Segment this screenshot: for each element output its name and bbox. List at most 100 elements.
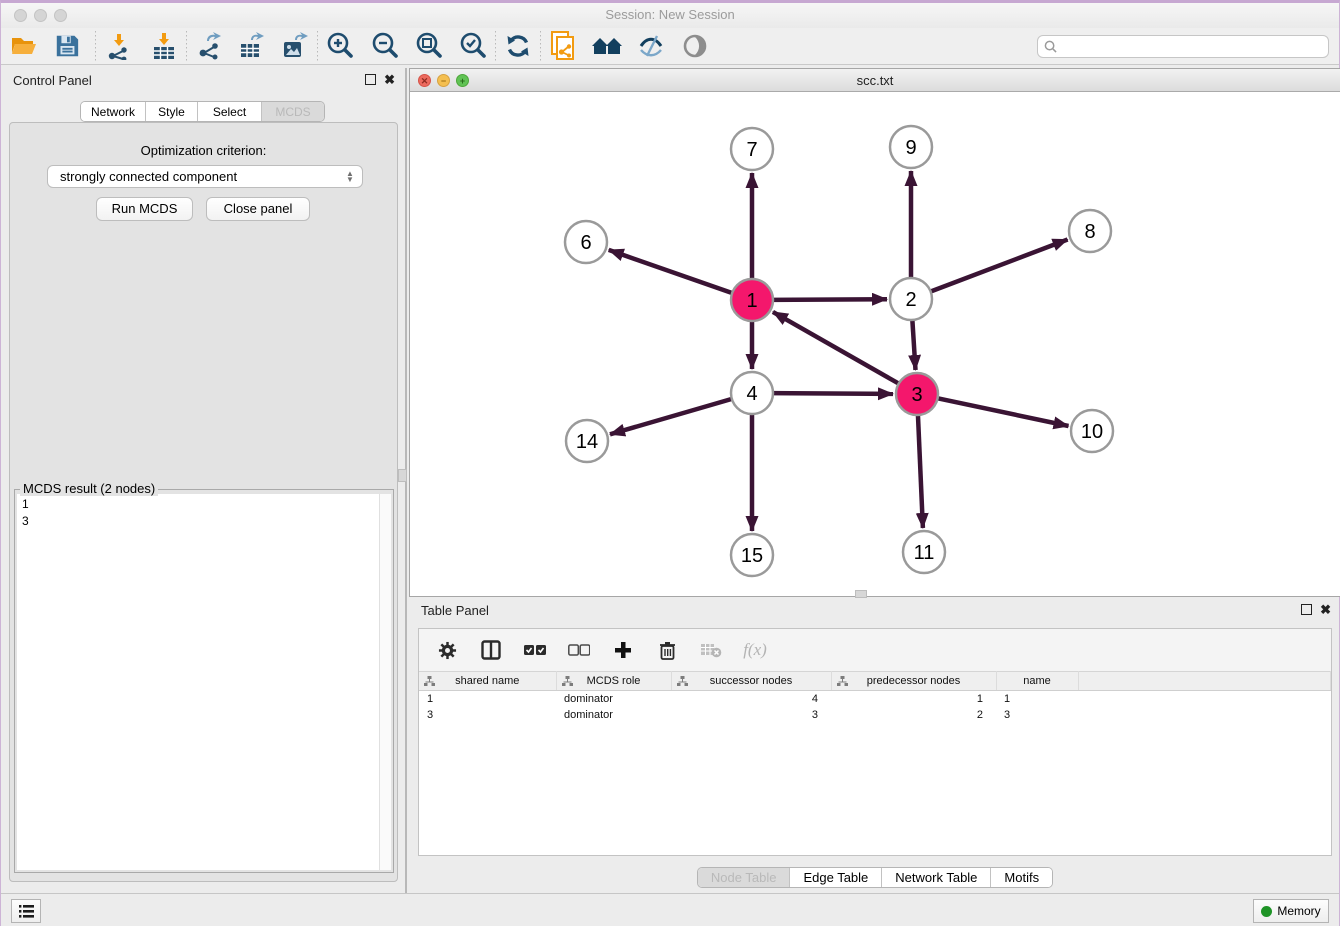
run-mcds-button[interactable]: Run MCDS	[96, 197, 193, 221]
delete-table-icon[interactable]	[699, 638, 723, 662]
function-builder-icon[interactable]: f(x)	[743, 638, 767, 662]
mcds-result-text[interactable]: 1 3	[17, 494, 379, 870]
table-delete-icon	[700, 642, 722, 658]
table-cell[interactable]: 4	[671, 691, 831, 707]
mcds-result-title: MCDS result (2 nodes)	[20, 481, 158, 496]
tree-icon	[837, 676, 848, 687]
memory-button[interactable]: Memory	[1253, 899, 1329, 923]
search-input[interactable]	[1061, 40, 1322, 54]
tab-node-table[interactable]: Node Table	[698, 868, 791, 887]
task-history-button[interactable]	[11, 899, 41, 923]
first-neighbors-icon[interactable]	[591, 30, 623, 62]
criterion-select[interactable]: strongly connected component ▲▼	[47, 165, 363, 188]
save-session-icon[interactable]	[51, 30, 83, 62]
toolbar-separator	[317, 31, 318, 61]
mcds-result-scrollbar[interactable]	[379, 494, 391, 870]
tab-network-table[interactable]: Network Table	[882, 868, 991, 887]
graph-edge[interactable]	[610, 399, 733, 435]
network-canvas[interactable]: 7968124314101511	[410, 92, 1340, 596]
tab-edge-table[interactable]: Edge Table	[790, 868, 882, 887]
delete-column-icon[interactable]	[655, 638, 679, 662]
open-folder-icon	[10, 32, 38, 60]
table-cell[interactable]: 1	[831, 691, 996, 707]
import-table-glyph-icon	[150, 32, 178, 60]
table-settings-gear-icon[interactable]	[435, 638, 459, 662]
tab-mcds[interactable]: MCDS	[262, 102, 324, 121]
table-cell[interactable]: 3	[996, 707, 1078, 723]
table-cell[interactable]: 3	[419, 707, 556, 723]
table-cell[interactable]: 1	[996, 691, 1078, 707]
close-table-panel-icon[interactable]: ✖	[1320, 604, 1331, 615]
export-table-icon[interactable]	[236, 30, 268, 62]
graph-edge[interactable]	[930, 240, 1068, 292]
application-window: Session: New Session	[0, 0, 1340, 926]
tab-motifs[interactable]: Motifs	[991, 868, 1052, 887]
toolbar-separator	[95, 31, 96, 61]
network-graph: 7968124314101511	[410, 92, 1340, 595]
node-table-container: f(x) shared name	[418, 628, 1332, 856]
close-panel-button[interactable]: Close panel	[206, 197, 310, 221]
zoom-fit-icon[interactable]	[413, 30, 445, 62]
graph-edge[interactable]	[912, 319, 915, 370]
column-header-predecessor-nodes[interactable]: predecessor nodes	[831, 672, 996, 691]
open-session-icon[interactable]	[8, 30, 40, 62]
combo-stepper-icon: ▲▼	[342, 171, 358, 183]
create-column-icon[interactable]	[611, 638, 635, 662]
import-table-icon[interactable]	[148, 30, 180, 62]
unselect-all-columns-icon[interactable]	[567, 638, 591, 662]
float-panel-icon[interactable]	[365, 74, 376, 85]
tab-select[interactable]: Select	[198, 102, 262, 121]
table-row[interactable]: 3dominator323	[419, 707, 1331, 723]
float-table-panel-icon[interactable]	[1301, 604, 1312, 615]
column-header-name[interactable]: name	[996, 672, 1078, 691]
zoom-in-icon[interactable]	[324, 30, 356, 62]
copy-network-icon[interactable]	[547, 30, 579, 62]
table-panel-header: Table Panel ✖	[409, 598, 1340, 624]
toolbar-separator	[495, 31, 496, 61]
hide-details-icon	[637, 32, 665, 60]
zoom-selected-icon[interactable]	[457, 30, 489, 62]
table-header-row: shared name MCDS role successor nodes	[419, 672, 1331, 691]
table-mode-icon[interactable]	[479, 638, 503, 662]
graph-node-label: 10	[1081, 421, 1103, 443]
show-hide-eye-icon[interactable]	[679, 30, 711, 62]
network-view-title: scc.txt	[410, 73, 1340, 88]
import-network-icon[interactable]	[102, 30, 134, 62]
close-panel-icon[interactable]: ✖	[384, 74, 395, 85]
graph-edge[interactable]	[937, 398, 1069, 426]
control-panel-header: Control Panel ✖	[1, 68, 405, 94]
table-cell[interactable]: 3	[671, 707, 831, 723]
column-header-mcds-role[interactable]: MCDS role	[556, 672, 671, 691]
export-network-icon[interactable]	[193, 30, 225, 62]
graph-edge[interactable]	[772, 299, 887, 300]
tab-network[interactable]: Network	[81, 102, 146, 121]
apply-layout-icon[interactable]	[502, 30, 534, 62]
table-row[interactable]: 1dominator411	[419, 691, 1331, 707]
graph-edge[interactable]	[772, 393, 893, 394]
column-header-successor-nodes[interactable]: successor nodes	[671, 672, 831, 691]
checked-boxes-icon	[524, 644, 546, 656]
table-cell[interactable]: 1	[419, 691, 556, 707]
network-window-titlebar: ✕ − + scc.txt	[410, 69, 1340, 92]
export-image-icon[interactable]	[279, 30, 311, 62]
table-cell[interactable]: dominator	[556, 691, 671, 707]
column-header-shared-name[interactable]: shared name	[419, 672, 556, 691]
table-cell[interactable]: dominator	[556, 707, 671, 723]
eye-icon	[681, 32, 709, 60]
gear-icon	[438, 641, 457, 660]
graph-edge[interactable]	[609, 250, 733, 294]
column-header-filler	[1078, 672, 1331, 691]
graphics-details-icon[interactable]	[635, 30, 667, 62]
graph-edge[interactable]	[773, 312, 900, 384]
export-table-glyph-icon	[238, 32, 266, 60]
select-all-columns-icon[interactable]	[523, 638, 547, 662]
horizontal-splitter-handle[interactable]	[855, 590, 867, 598]
vertical-splitter-handle[interactable]	[398, 469, 407, 482]
tree-icon	[677, 676, 688, 687]
tab-style[interactable]: Style	[146, 102, 198, 121]
magnifier-plus-icon	[325, 31, 355, 61]
graph-edge[interactable]	[918, 414, 923, 528]
table-cell[interactable]: 2	[831, 707, 996, 723]
import-network-glyph-icon	[104, 32, 132, 60]
zoom-out-icon[interactable]	[369, 30, 401, 62]
